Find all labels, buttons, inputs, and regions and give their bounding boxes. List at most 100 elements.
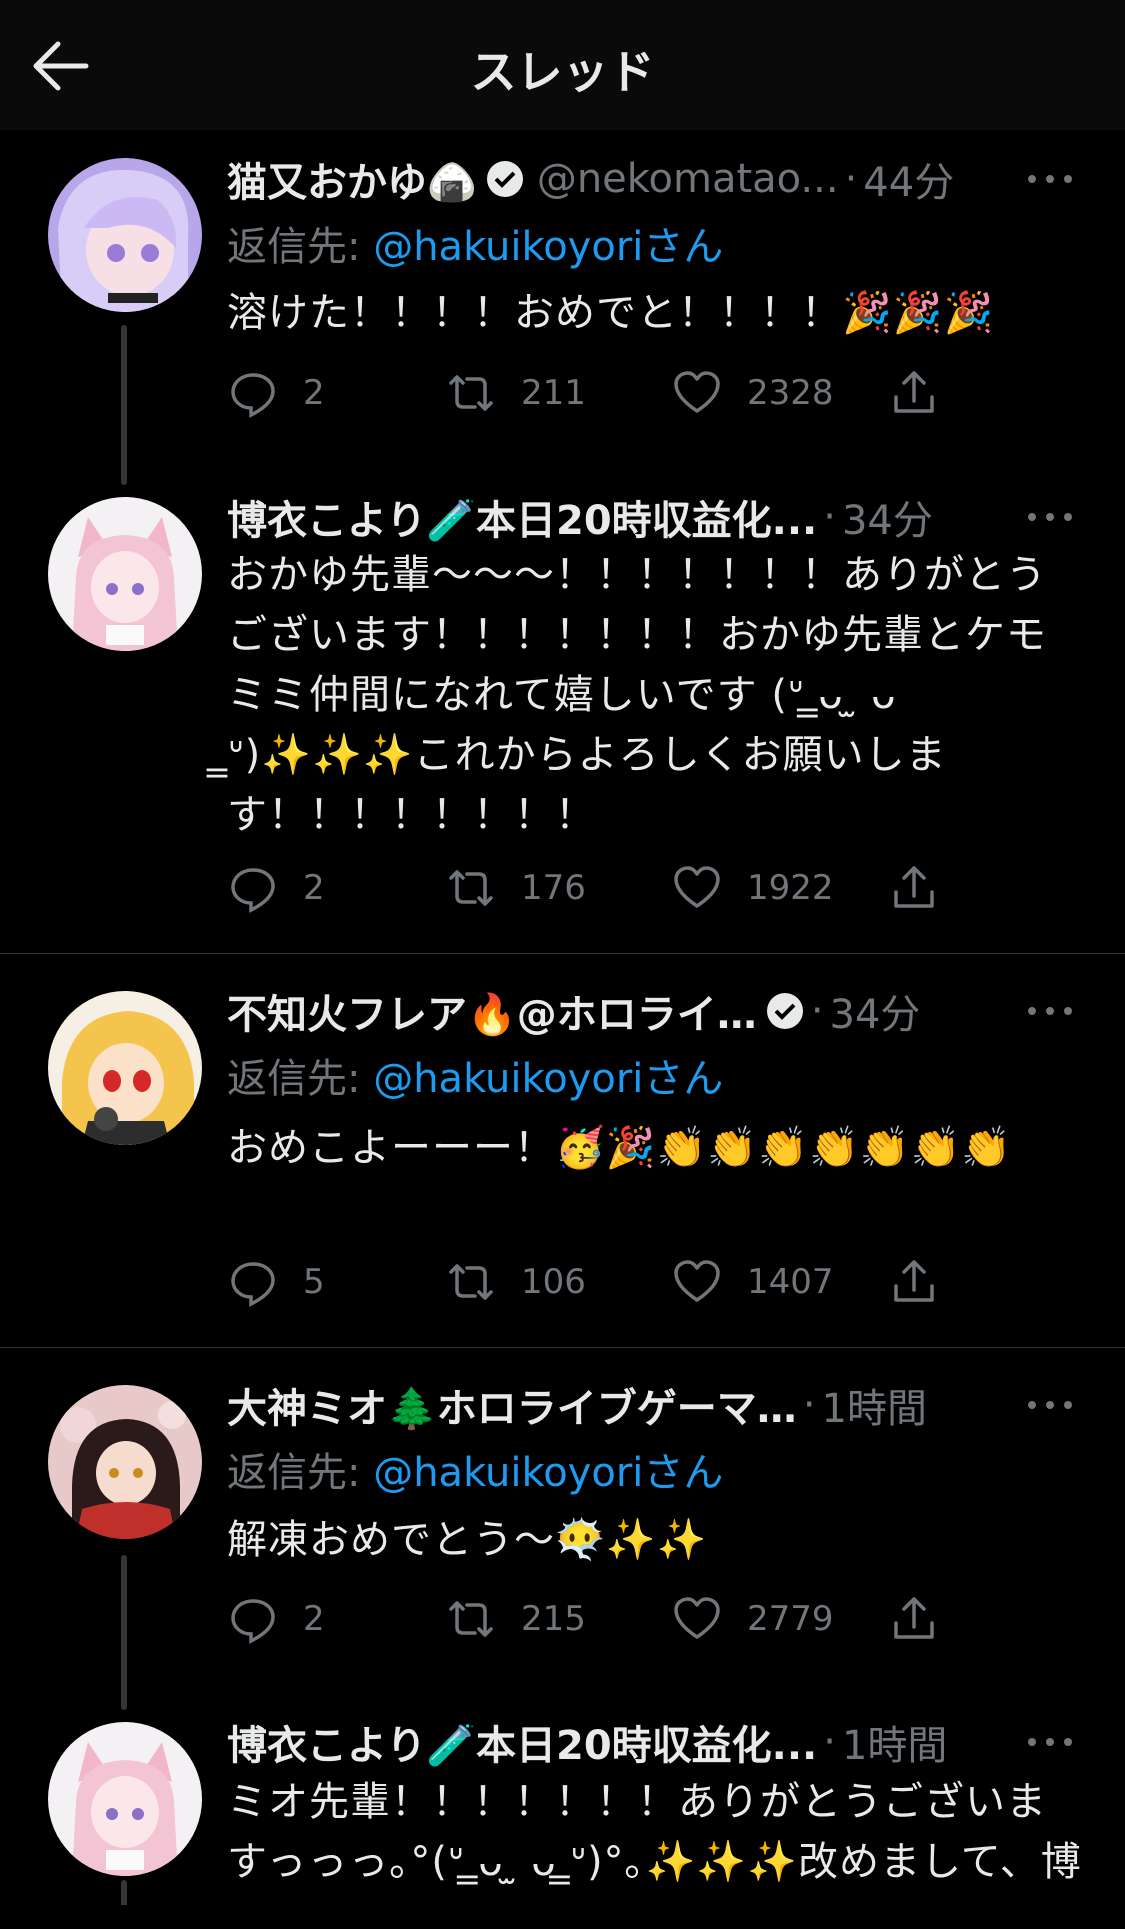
reply-button[interactable]: 2 — [227, 1589, 325, 1649]
separator-dot: · — [810, 988, 824, 1034]
retweet-button[interactable]: 215 — [445, 1589, 586, 1649]
tweet-header: 大神ミオ🌲ホロライブゲーマ… · 1時間 — [227, 1376, 1125, 1434]
reply-icon — [231, 868, 275, 913]
more-options-icon[interactable] — [1020, 1376, 1080, 1434]
like-count: 2779 — [747, 1599, 834, 1639]
separator-dot: · — [844, 156, 858, 202]
more-options-icon[interactable] — [1020, 488, 1080, 546]
reply-button[interactable]: 2 — [227, 363, 325, 423]
more-options-icon[interactable] — [1020, 150, 1080, 208]
reply-to: 返信先: @hakuikoyoriさん — [227, 214, 723, 272]
reply-count: 2 — [303, 1599, 325, 1639]
reply-count: 2 — [303, 373, 325, 413]
reply-icon — [231, 373, 275, 418]
retweet-button[interactable]: 211 — [445, 363, 586, 423]
timestamp[interactable]: 34分 — [830, 982, 921, 1040]
verified-badge-icon — [485, 159, 525, 199]
like-button[interactable]: 2328 — [671, 363, 834, 423]
avatar[interactable] — [48, 991, 202, 1145]
share-button[interactable] — [888, 1589, 940, 1649]
timestamp[interactable]: 1時間 — [842, 1713, 947, 1771]
tweet-header: 猫又おかゆ🍙 @nekomatao... · 44分 — [227, 150, 1125, 208]
tweet-actions: 5 106 1407 — [227, 1252, 987, 1312]
retweet-count: 106 — [521, 1262, 586, 1302]
reply-icon — [231, 1599, 275, 1644]
like-button[interactable]: 2779 — [671, 1589, 834, 1649]
timestamp[interactable]: 34分 — [842, 488, 933, 546]
reply-button[interactable]: 5 — [227, 1252, 325, 1312]
heart-icon — [674, 1597, 720, 1639]
reply-icon — [231, 1262, 275, 1307]
separator-dot: · — [802, 1382, 816, 1428]
reply-to-suffix[interactable]: さん — [643, 224, 723, 270]
reply-to: 返信先: @hakuikoyoriさん — [227, 1440, 723, 1498]
avatar[interactable] — [48, 497, 202, 651]
display-name[interactable]: 大神ミオ🌲ホロライブゲーマ… — [227, 1376, 797, 1434]
retweet-button[interactable]: 176 — [445, 858, 586, 918]
tweet-actions: 2 176 1922 — [227, 858, 987, 918]
avatar[interactable] — [48, 1722, 202, 1876]
retweet-button[interactable]: 106 — [445, 1252, 586, 1312]
retweet-count: 211 — [521, 373, 586, 413]
display-name[interactable]: 博衣こより🧪本日20時収益化... — [227, 488, 817, 546]
share-button[interactable] — [888, 1252, 940, 1312]
like-count: 1922 — [747, 868, 834, 908]
timestamp[interactable]: 1時間 — [822, 1376, 927, 1434]
retweet-icon — [449, 1601, 493, 1637]
divider — [0, 1347, 1125, 1348]
divider — [0, 953, 1125, 954]
thread-line — [121, 1555, 127, 1710]
avatar[interactable] — [48, 158, 202, 312]
share-button[interactable] — [888, 858, 940, 918]
reply-to-prefix: 返信先: — [227, 224, 374, 270]
more-options-icon[interactable] — [1020, 982, 1080, 1040]
separator-dot: · — [823, 494, 836, 540]
like-button[interactable]: 1407 — [671, 1252, 834, 1312]
display-name[interactable]: 猫又おかゆ🍙 — [227, 150, 477, 208]
like-button[interactable]: 1922 — [671, 858, 834, 918]
share-button[interactable] — [888, 363, 940, 423]
verified-badge-icon — [765, 991, 805, 1031]
retweet-count: 215 — [521, 1599, 586, 1639]
reply-to: 返信先: @hakuikoyoriさん — [227, 1046, 723, 1104]
reply-count: 5 — [303, 1262, 325, 1302]
bottom-mask — [0, 1905, 1125, 1929]
tweet-actions: 2 211 2328 — [227, 363, 987, 423]
like-count: 2328 — [747, 373, 834, 413]
reply-to-mention[interactable]: @hakuikoyori — [373, 1056, 643, 1102]
display-name[interactable]: 博衣こより🧪本日20時収益化... — [227, 1713, 817, 1771]
retweet-icon — [449, 1264, 493, 1300]
retweet-count: 176 — [521, 868, 586, 908]
tweet-header: 博衣こより🧪本日20時収益化... · 34分 — [227, 488, 1125, 546]
display-name[interactable]: 不知火フレア🔥@ホロライ… — [227, 982, 757, 1040]
share-icon — [894, 371, 934, 413]
tweet-header: 不知火フレア🔥@ホロライ… · 34分 — [227, 982, 1125, 1040]
reply-button[interactable]: 2 — [227, 858, 325, 918]
tweet-text: 溶けた！！！！おめでと！！！！🎉🎉🎉 — [227, 290, 995, 336]
reply-to-mention[interactable]: @hakuikoyori — [373, 224, 643, 270]
timestamp[interactable]: 44分 — [863, 150, 954, 208]
reply-count: 2 — [303, 868, 325, 908]
tweet-actions: 2 215 2779 — [227, 1589, 987, 1649]
share-icon — [894, 1260, 934, 1302]
retweet-icon — [449, 375, 493, 411]
more-options-icon[interactable] — [1020, 1713, 1080, 1771]
retweet-icon — [449, 870, 493, 906]
reply-to-suffix[interactable]: さん — [643, 1056, 723, 1102]
handle[interactable]: @nekomatao... — [537, 156, 839, 202]
reply-to-prefix: 返信先: — [227, 1450, 374, 1496]
tweet-text: 解凍おめでとう〜😶‍🌫️✨✨ — [227, 1517, 708, 1563]
heart-icon — [674, 371, 720, 413]
share-icon — [894, 1597, 934, 1639]
thread-line — [121, 325, 127, 485]
tweet-text: ミオ先輩！！！！！！！ありがとうございますっっっ｡°(ᐡ ̳ᴗ ̫ ᴗ ̳ᐡ)°… — [227, 1779, 1082, 1885]
heart-icon — [674, 866, 720, 908]
reply-to-prefix: 返信先: — [227, 1056, 374, 1102]
tweet-header: 博衣こより🧪本日20時収益化... · 1時間 — [227, 1713, 1125, 1771]
like-count: 1407 — [747, 1262, 834, 1302]
reply-to-suffix[interactable]: さん — [643, 1450, 723, 1496]
tweet-text: おかゆ先輩〜〜〜！！！！！！！ありがとうございます！！！！！！！おかゆ先輩とケモ… — [227, 552, 1047, 838]
heart-icon — [674, 1260, 720, 1302]
avatar[interactable] — [48, 1385, 202, 1539]
reply-to-mention[interactable]: @hakuikoyori — [373, 1450, 643, 1496]
